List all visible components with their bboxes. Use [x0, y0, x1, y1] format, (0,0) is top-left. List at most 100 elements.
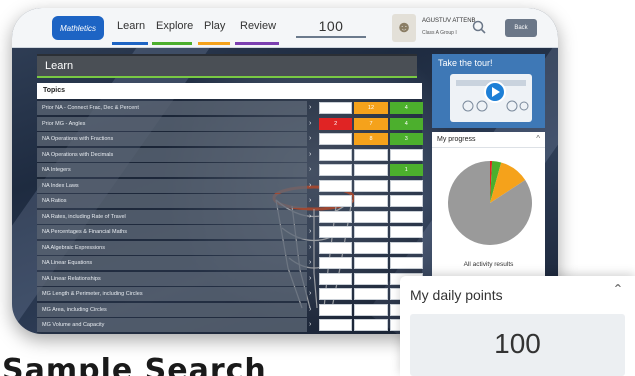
- topic-result-cell[interactable]: [319, 133, 353, 145]
- section-title-bar: Learn: [37, 54, 417, 76]
- tour-panel[interactable]: Take the tour!: [432, 54, 545, 128]
- topic-result-cell[interactable]: [389, 179, 423, 192]
- topic-row[interactable]: MG Length & Perimeter, including Circles…: [37, 287, 423, 303]
- nav-learn[interactable]: Learn: [117, 20, 145, 32]
- topic-result-cell[interactable]: 3: [389, 133, 423, 145]
- topic-result-cell[interactable]: [319, 257, 353, 269]
- nav-play[interactable]: Play: [204, 20, 225, 32]
- topic-row[interactable]: NA Integers › 1: [37, 163, 423, 179]
- topic-row[interactable]: NA Index Laws ›: [37, 178, 423, 195]
- topic-result-cell[interactable]: [319, 303, 353, 316]
- topic-result-cell[interactable]: [389, 241, 423, 254]
- topic-result-cell[interactable]: [389, 226, 423, 238]
- chevron-right-icon[interactable]: ›: [309, 259, 311, 266]
- topic-result-cell[interactable]: [354, 164, 388, 176]
- topic-result-cell[interactable]: [354, 210, 388, 223]
- topic-row[interactable]: NA Percentages & Financial Maths ›: [37, 225, 423, 241]
- chevron-right-icon[interactable]: ›: [309, 275, 311, 282]
- topic-result-cell[interactable]: [354, 257, 388, 269]
- topic-result-cell[interactable]: [354, 241, 388, 254]
- chevron-right-icon[interactable]: ›: [309, 120, 311, 127]
- topic-result-cell[interactable]: [319, 179, 353, 192]
- chevron-up-icon[interactable]: ˆ: [615, 282, 621, 303]
- topic-row[interactable]: NA Linear Relationships ›: [37, 271, 423, 288]
- chevron-right-icon[interactable]: ›: [309, 166, 311, 173]
- topic-row[interactable]: MG Area, including Circles ›: [37, 302, 423, 319]
- chevron-right-icon[interactable]: ›: [309, 197, 311, 204]
- topic-result-cell[interactable]: [354, 148, 388, 161]
- chevron-right-icon[interactable]: ›: [309, 290, 311, 297]
- topic-result-cell[interactable]: [354, 303, 388, 316]
- topic-label: Prior MG - Angles: [37, 116, 307, 131]
- topic-result-cell[interactable]: [319, 148, 353, 161]
- topic-result-cell[interactable]: [354, 179, 388, 192]
- topic-label: NA Operations with Decimals: [37, 147, 307, 162]
- section-title: Learn: [45, 60, 74, 72]
- topic-result-cell[interactable]: [319, 164, 353, 176]
- topic-result-cell[interactable]: [389, 257, 423, 269]
- topic-row[interactable]: NA Operations with Decimals ›: [37, 147, 423, 164]
- topic-row[interactable]: NA Rates, including Rate of Travel ›: [37, 209, 423, 226]
- nav-explore[interactable]: Explore: [156, 20, 193, 32]
- topic-result-cell[interactable]: [319, 288, 353, 300]
- chevron-right-icon[interactable]: ›: [309, 244, 311, 251]
- topic-label: MG Area, including Circles: [37, 302, 307, 317]
- topic-result-cell[interactable]: 2: [319, 117, 353, 130]
- topic-result-cell[interactable]: [389, 148, 423, 161]
- topic-result-cell[interactable]: [354, 195, 388, 207]
- topic-result-cell[interactable]: 12: [354, 102, 388, 114]
- play-video-icon[interactable]: [484, 81, 506, 103]
- topic-result-cell[interactable]: [354, 319, 388, 331]
- chevron-right-icon[interactable]: ›: [309, 104, 311, 111]
- chevron-right-icon[interactable]: ›: [309, 228, 311, 235]
- topic-label: NA Percentages & Financial Maths: [37, 225, 307, 239]
- topic-row[interactable]: NA Ratios ›: [37, 194, 423, 210]
- user-avatar[interactable]: ☻: [392, 14, 416, 42]
- nav-review[interactable]: Review: [240, 20, 276, 32]
- topic-result-cell[interactable]: [319, 210, 353, 223]
- nav-learn-underline: [112, 42, 148, 45]
- topic-label: NA Operations with Fractions: [37, 132, 307, 146]
- topic-label: MG Length & Perimeter, including Circles: [37, 287, 307, 301]
- chevron-right-icon[interactable]: ›: [309, 151, 311, 158]
- topic-label: NA Linear Relationships: [37, 271, 307, 286]
- topic-row[interactable]: Prior MG - Angles › 2 7 4: [37, 116, 423, 133]
- topic-result-cell[interactable]: [319, 319, 353, 331]
- topic-label: NA Algebraic Expressions: [37, 240, 307, 255]
- topic-row[interactable]: MG Volume and Capacity ›: [37, 318, 423, 334]
- topic-result-cell[interactable]: [354, 288, 388, 300]
- topic-result-cell[interactable]: [319, 226, 353, 238]
- topic-row[interactable]: NA Linear Equations ›: [37, 256, 423, 272]
- topic-result-cell[interactable]: [354, 226, 388, 238]
- topic-result-cell[interactable]: [354, 272, 388, 285]
- chevron-right-icon[interactable]: ›: [309, 135, 311, 142]
- topic-row[interactable]: Prior NA - Connect Frac, Dec & Percent › 1…: [37, 101, 423, 117]
- mathletics-logo[interactable]: Mathletics: [52, 16, 104, 40]
- chevron-right-icon[interactable]: ›: [309, 182, 311, 189]
- topic-result-cell[interactable]: 4: [389, 102, 423, 114]
- chevron-up-icon[interactable]: ^: [536, 134, 540, 143]
- topic-result-cell[interactable]: [389, 210, 423, 223]
- topic-label: NA Index Laws: [37, 178, 307, 193]
- topic-result-cell[interactable]: 1: [389, 164, 423, 176]
- topics-heading: Topics: [37, 83, 422, 99]
- topic-row[interactable]: NA Operations with Fractions › 8 3: [37, 132, 423, 148]
- daily-points-value-box: 100: [410, 314, 625, 376]
- topic-row[interactable]: NA Algebraic Expressions ›: [37, 240, 423, 257]
- search-icon[interactable]: [472, 20, 486, 34]
- tour-title: Take the tour!: [438, 58, 493, 68]
- chevron-right-icon[interactable]: ›: [309, 321, 311, 328]
- chevron-right-icon[interactable]: ›: [309, 306, 311, 313]
- chevron-right-icon[interactable]: ›: [309, 213, 311, 220]
- topic-result-cell[interactable]: [319, 102, 353, 114]
- topic-result-cell[interactable]: 4: [389, 117, 423, 130]
- topic-result-cell[interactable]: 7: [354, 117, 388, 130]
- topic-result-cell[interactable]: [319, 241, 353, 254]
- screenshot-frame: Mathletics Learn Explore Play Review 100…: [0, 0, 635, 376]
- topic-result-cell[interactable]: [319, 272, 353, 285]
- topic-result-cell[interactable]: [389, 195, 423, 207]
- topic-result-cell[interactable]: [319, 195, 353, 207]
- progress-header[interactable]: My progress ^: [432, 132, 545, 148]
- back-button[interactable]: Back: [505, 19, 537, 37]
- topic-result-cell[interactable]: 8: [354, 133, 388, 145]
